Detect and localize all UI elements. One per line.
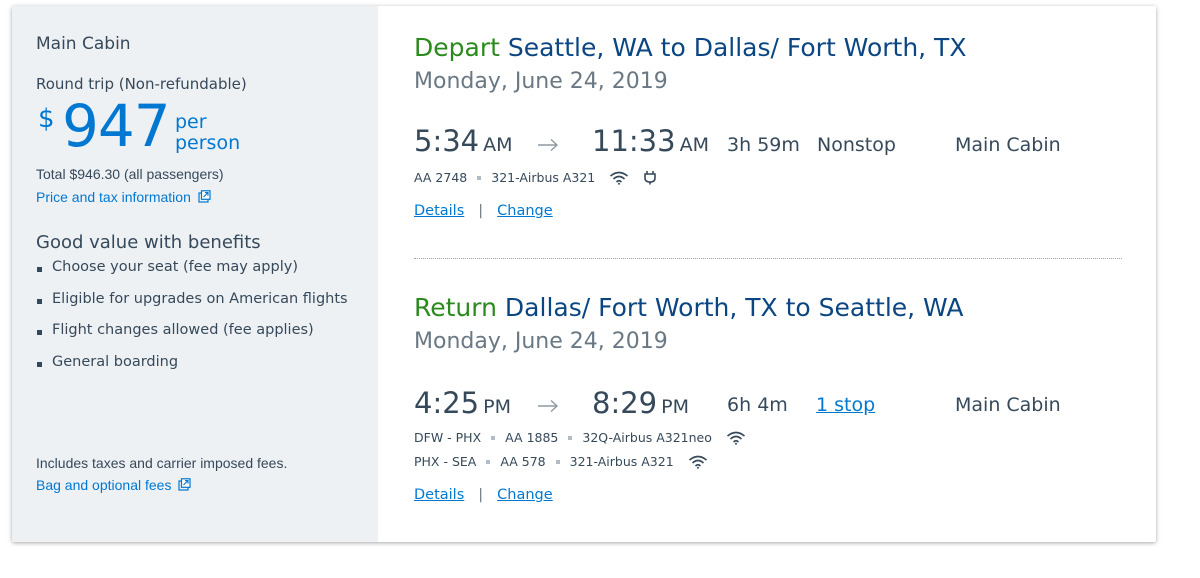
arrow-right-icon <box>538 138 559 152</box>
benefit-text: Choose your seat (fee may apply) <box>52 259 298 275</box>
wifi-icon <box>726 431 745 445</box>
bullet-icon <box>37 330 42 335</box>
depart-departure-time: 5:34 AM <box>414 124 513 158</box>
benefit-text: Flight changes allowed (fee applies) <box>52 322 314 338</box>
time-value: 11:33 <box>592 124 676 158</box>
benefit-item: General boarding <box>36 354 348 386</box>
segment-divider <box>414 258 1122 259</box>
duration-hours: 3h <box>727 134 752 156</box>
time-ampm: AM <box>679 134 709 156</box>
link-separator: | <box>478 203 484 219</box>
benefit-text: General boarding <box>52 353 179 370</box>
depart-flight-info: AA 2748 321-Airbus A321 <box>414 169 657 187</box>
return-duration: 6h 4m <box>727 394 788 416</box>
bullet-icon <box>37 298 42 304</box>
time-ampm: PM <box>661 396 689 418</box>
link-separator: | <box>478 487 484 503</box>
aircraft: 321-Airbus A321 <box>569 454 674 469</box>
return-heading: Return Dallas/ Fort Worth, TX to Seattle… <box>414 293 964 322</box>
cabin-title: Main Cabin <box>36 34 131 54</box>
depart-actions: Details | Change <box>414 203 553 219</box>
return-cabin: Main Cabin <box>955 394 1061 416</box>
price-amount: 947 <box>62 92 171 160</box>
benefit-text: Eligible for upgrades on American flight… <box>52 290 348 307</box>
return-details-link[interactable]: Details <box>414 487 464 503</box>
time-ampm: AM <box>483 134 513 156</box>
depart-arrival-time: 11:33 AM <box>592 124 709 158</box>
flight-number: AA 1885 <box>505 430 559 445</box>
time-value: 5:34 <box>414 124 480 158</box>
depart-heading: Depart Seattle, WA to Dallas/ Fort Worth… <box>414 33 966 62</box>
price-tax-info-link[interactable]: Price and tax information <box>36 189 211 205</box>
benefit-item: Eligible for upgrades on American flight… <box>36 291 348 323</box>
time-value: 4:25 <box>414 386 480 420</box>
depart-date: Monday, June 24, 2019 <box>414 69 668 94</box>
total-price: Total $946.30 (all passengers) <box>36 166 224 182</box>
benefits-list: Choose your seat (fee may apply) Eligibl… <box>36 259 348 385</box>
depart-duration: 3h 59m <box>727 134 800 156</box>
person-label: person <box>175 132 241 154</box>
bullet-icon <box>37 267 42 272</box>
depart-details-link[interactable]: Details <box>414 203 464 219</box>
depart-cabin: Main Cabin <box>955 134 1061 156</box>
separator-icon <box>491 435 496 440</box>
benefits-title: Good value with benefits <box>36 232 261 253</box>
flight-summary-card: Main Cabin Round trip (Non-refundable) $… <box>12 6 1156 542</box>
separator-icon <box>486 459 491 464</box>
separator-icon <box>477 175 482 180</box>
return-departure-time: 4:25 PM <box>414 386 511 420</box>
return-date: Monday, June 24, 2019 <box>414 329 668 354</box>
external-link-icon <box>198 190 211 203</box>
bag-fees-link[interactable]: Bag and optional fees <box>36 477 191 493</box>
return-flight-info-2: PHX - SEA AA 578 321-Airbus A321 <box>414 453 708 471</box>
bullet-icon <box>37 361 42 367</box>
itinerary-panel: Depart Seattle, WA to Dallas/ Fort Worth… <box>378 6 1156 542</box>
arrow-right-icon <box>538 399 559 413</box>
per-label: per <box>175 111 207 133</box>
wifi-icon <box>688 455 707 469</box>
fees-note: Includes taxes and carrier imposed fees. <box>36 455 288 471</box>
aircraft: 321-Airbus A321 <box>491 170 596 185</box>
depart-label: Depart <box>414 33 500 62</box>
depart-stops: Nonstop <box>817 134 896 156</box>
price-tax-info-label: Price and tax information <box>36 189 191 205</box>
flight-number: AA 2748 <box>414 170 468 185</box>
external-link-icon <box>178 478 191 491</box>
return-arrival-time: 8:29 PM <box>592 386 689 420</box>
return-change-link[interactable]: Change <box>497 487 553 503</box>
trip-type: Round trip (Non-refundable) <box>36 75 247 93</box>
bag-fees-label: Bag and optional fees <box>36 477 172 493</box>
aircraft: 32Q-Airbus A321neo <box>582 430 712 445</box>
separator-icon <box>568 435 573 440</box>
duration-minutes: 4m <box>757 394 788 416</box>
return-route: Dallas/ Fort Worth, TX to Seattle, WA <box>504 293 964 322</box>
duration-hours: 6h <box>727 394 752 416</box>
depart-route: Seattle, WA to Dallas/ Fort Worth, TX <box>507 33 967 62</box>
flight-route: DFW - PHX <box>414 430 482 445</box>
return-stops-link[interactable]: 1 stop <box>816 394 875 416</box>
separator-icon <box>555 459 560 464</box>
price-per-person: per person <box>175 112 240 154</box>
benefit-item: Flight changes allowed (fee applies) <box>36 322 348 354</box>
flight-route: PHX - SEA <box>414 454 477 469</box>
benefit-item: Choose your seat (fee may apply) <box>36 259 348 291</box>
wifi-icon <box>610 171 629 185</box>
flight-number: AA 578 <box>500 454 546 469</box>
return-label: Return <box>414 293 497 322</box>
fare-panel: Main Cabin Round trip (Non-refundable) $… <box>12 6 378 542</box>
depart-change-link[interactable]: Change <box>497 203 553 219</box>
power-outlet-icon <box>644 171 657 185</box>
price-currency: $ <box>38 104 55 134</box>
duration-minutes: 59m <box>757 134 800 156</box>
return-flight-info-1: DFW - PHX AA 1885 32Q-Airbus A321neo <box>414 429 746 447</box>
time-value: 8:29 <box>592 386 658 420</box>
time-ampm: PM <box>483 396 511 418</box>
return-actions: Details | Change <box>414 487 553 503</box>
